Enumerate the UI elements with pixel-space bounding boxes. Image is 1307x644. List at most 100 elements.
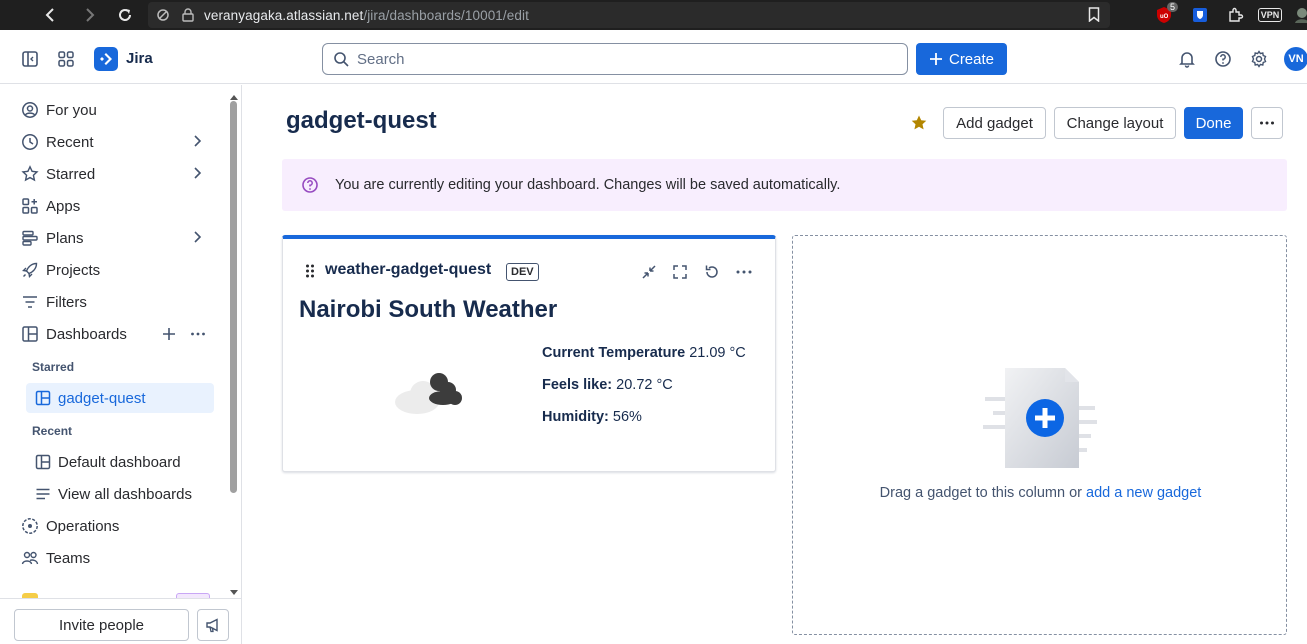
dashboard-icon <box>34 453 52 471</box>
star-icon[interactable] <box>908 112 930 134</box>
profile-icon[interactable] <box>1292 5 1307 25</box>
feels-like-label: Feels like: <box>542 377 613 393</box>
sidebar-divider <box>0 598 241 599</box>
more-icon[interactable] <box>735 263 753 281</box>
sidebar-item-label: gadget-quest <box>58 389 146 407</box>
temperature-label: Current Temperature <box>542 345 686 361</box>
sidebar-item-starred[interactable]: Starred <box>14 160 214 188</box>
minimize-icon[interactable] <box>640 263 658 281</box>
jira-logo-icon[interactable] <box>94 47 118 71</box>
url-text: veranyagaka.atlassian.net/jira/dashboard… <box>204 8 529 23</box>
notifications-bell-icon[interactable] <box>1175 47 1199 71</box>
fullscreen-icon[interactable] <box>671 263 689 281</box>
scroll-up-icon[interactable] <box>229 88 239 106</box>
empty-column-dropzone[interactable]: Drag a gadget to this column or add a ne… <box>792 235 1287 635</box>
dev-badge: DEV <box>506 263 539 281</box>
sidebar-item-label: Teams <box>46 549 91 567</box>
sidebar-item-apps[interactable]: Apps <box>14 192 214 220</box>
lock-icon <box>182 7 196 23</box>
app-name[interactable]: Jira <box>126 50 153 67</box>
plus-icon <box>929 52 943 66</box>
address-bar[interactable]: veranyagaka.atlassian.net/jira/dashboard… <box>148 2 1110 28</box>
plus-icon[interactable] <box>162 327 176 341</box>
sidebar-item-operations[interactable]: Operations <box>14 512 214 540</box>
user-avatar[interactable]: VN <box>1284 47 1307 71</box>
drag-handle-icon[interactable] <box>305 263 315 279</box>
clock-icon <box>21 133 39 151</box>
sidebar-item-filters[interactable]: Filters <box>14 288 214 316</box>
person-circle-icon <box>21 101 39 119</box>
forward-icon[interactable] <box>79 5 99 25</box>
teams-icon <box>21 549 39 567</box>
add-new-gadget-link[interactable]: add a new gadget <box>1086 485 1201 501</box>
sidebar-item-label: Filters <box>46 293 87 311</box>
more-actions-button[interactable] <box>1251 107 1283 139</box>
back-icon[interactable] <box>41 5 61 25</box>
sidebar-scrollbar[interactable] <box>230 101 237 493</box>
sidebar-item-projects[interactable]: Projects <box>14 256 214 284</box>
search-input[interactable] <box>357 50 877 68</box>
ublock-extension-icon[interactable]: uO 5 <box>1152 2 1178 25</box>
chevron-right-icon[interactable] <box>190 230 204 248</box>
search-box[interactable] <box>322 43 908 75</box>
more-icon[interactable] <box>190 327 206 341</box>
top-navigation: Jira Create VN <box>0 30 1307 84</box>
invite-people-button[interactable]: Invite people <box>14 609 189 641</box>
weather-gadget: weather-gadget-quest DEV Nairobi South W… <box>282 235 776 472</box>
sidebar-item-teams[interactable]: Teams <box>14 544 214 572</box>
url-path: /jira/dashboards/10001/edit <box>363 7 529 23</box>
sidebar-item-dashboards[interactable]: Dashboards <box>14 320 214 348</box>
rocket-icon <box>21 261 39 279</box>
feels-like-row: Feels like: 20.72 °C <box>542 377 673 393</box>
sidebar-item-default-dashboard[interactable]: Default dashboard <box>26 447 214 477</box>
humidity-row: Humidity: 56% <box>542 409 642 425</box>
weather-heading: Nairobi South Weather <box>299 296 558 323</box>
sidebar-item-plans[interactable]: Plans <box>14 224 214 252</box>
edit-mode-banner: You are currently editing your dashboard… <box>282 159 1287 211</box>
sidebar-item-gadget-quest[interactable]: gadget-quest <box>26 383 214 413</box>
page-title: gadget-quest <box>286 107 437 134</box>
browser-toolbar: veranyagaka.atlassian.net/jira/dashboard… <box>0 0 1307 30</box>
vpn-icon[interactable]: VPN <box>1255 5 1285 25</box>
url-host: veranyagaka.atlassian.net <box>204 7 364 23</box>
puzzle-extensions-icon[interactable] <box>1226 5 1246 25</box>
sidebar-item-label: Plans <box>46 229 84 247</box>
operations-icon <box>21 517 39 535</box>
feedback-megaphone-icon[interactable] <box>197 609 229 641</box>
feels-like-value: 20.72 °C <box>616 377 673 393</box>
sidebar-item-recent[interactable]: Recent <box>14 128 214 156</box>
help-icon[interactable] <box>1211 47 1235 71</box>
dashboard-icon <box>21 325 39 343</box>
done-button[interactable]: Done <box>1184 107 1243 139</box>
extension-badge: 5 <box>1166 2 1178 12</box>
star-icon <box>21 165 39 183</box>
settings-gear-icon[interactable] <box>1247 47 1271 71</box>
scroll-down-icon[interactable] <box>229 584 239 602</box>
refresh-icon[interactable] <box>703 263 721 281</box>
vpn-label: VPN <box>1257 8 1283 22</box>
dropzone-text: Drag a gadget to this column or add a ne… <box>793 485 1288 501</box>
sidebar-item-label: View all dashboards <box>58 485 192 503</box>
create-label: Create <box>948 50 995 68</box>
humidity-value: 56% <box>612 409 642 425</box>
sidebar-item-for-you[interactable]: For you <box>14 96 214 124</box>
bitwarden-extension-icon[interactable] <box>1190 5 1210 25</box>
list-icon <box>34 485 52 503</box>
sidebar-item-view-all-dashboards[interactable]: View all dashboards <box>26 479 214 509</box>
sidebar-item-label: Default dashboard <box>58 453 181 471</box>
more-icon <box>1259 120 1275 126</box>
chevron-right-icon[interactable] <box>190 134 204 152</box>
sidebar-item-label: Operations <box>46 517 120 535</box>
sidebar-item-label: Dashboards <box>46 325 127 343</box>
help-circle-icon <box>301 176 319 194</box>
sidebar-toggle-icon[interactable] <box>18 47 42 71</box>
site-settings-icon[interactable] <box>156 7 172 23</box>
humidity-label: Humidity: <box>542 409 609 425</box>
add-gadget-button[interactable]: Add gadget <box>943 107 1046 139</box>
bookmark-icon[interactable] <box>1088 7 1100 27</box>
app-switcher-icon[interactable] <box>54 47 78 71</box>
create-button[interactable]: Create <box>916 43 1007 75</box>
change-layout-button[interactable]: Change layout <box>1054 107 1176 139</box>
chevron-right-icon[interactable] <box>190 166 204 184</box>
reload-icon[interactable] <box>115 5 135 25</box>
